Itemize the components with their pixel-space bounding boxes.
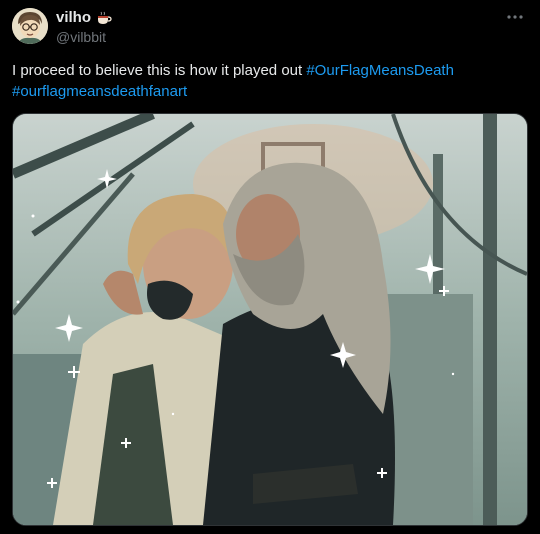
hashtag-ourflagmeansdeath[interactable]: #OurFlagMeansDeath (306, 62, 454, 79)
tweet-image[interactable] (12, 113, 528, 526)
handle[interactable]: @vilbbit (56, 29, 106, 45)
avatar[interactable] (12, 8, 48, 44)
display-name[interactable]: vilho (56, 9, 91, 26)
cup-icon (96, 11, 112, 25)
hashtag-ourflagmeansdeathfanart[interactable]: #ourflagmeansdeathfanart (12, 83, 187, 100)
fanart-illustration (13, 114, 527, 525)
more-options-icon[interactable] (504, 8, 526, 26)
tweet: vilho @vilbbit I proceed to believe this… (0, 0, 540, 534)
tweet-body: I proceed to believe this is how it play… (12, 62, 307, 79)
author-row: vilho (56, 9, 112, 26)
tweet-text: I proceed to believe this is how it play… (12, 60, 528, 102)
